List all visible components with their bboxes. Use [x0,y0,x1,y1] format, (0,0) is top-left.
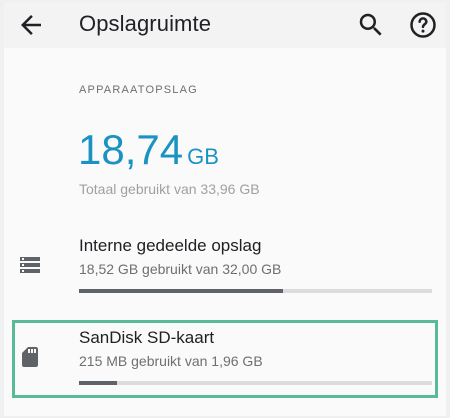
usage-progress-fill [79,289,284,293]
storage-item-title: Interne gedeelde opslag [79,236,262,255]
storage-item-internal[interactable]: Interne gedeelde opslag 18,52 GB gebruik… [4,230,446,304]
section-label: APPARAATOPSLAG [79,84,198,96]
storage-item-title: SanDisk SD-kaart [79,328,215,347]
total-capacity-text: Totaal gebruikt van 33,96 GB [79,181,260,197]
back-button[interactable] [16,10,46,40]
usage-progress-fill [79,381,117,385]
used-unit: GB [187,144,219,169]
search-button[interactable] [356,10,386,40]
help-button[interactable] [408,10,438,40]
sd-card-icon [18,345,42,369]
used-value: 18,74 [78,126,184,173]
storage-item-usage: 18,52 GB gebruikt van 32,00 GB [79,261,282,277]
usage-progress-bar [79,289,432,293]
storage-list-icon [18,253,42,277]
help-icon [410,12,436,38]
page-title: Opslagruimte [79,11,212,36]
app-bar: Opslagruimte [4,2,446,48]
usage-progress-bar [79,381,432,385]
storage-item-usage: 215 MB gebruikt van 1,96 GB [79,353,263,369]
settings-screen: Opslagruimte APPARAATOPSLAG 18,74 GB Tota… [4,2,446,416]
arrow-back-icon [21,15,41,35]
storage-item-sd-card[interactable]: SanDisk SD-kaart 215 MB gebruikt van 1,9… [4,322,446,396]
search-icon [359,13,382,36]
total-used: 18,74 GB [78,126,219,174]
